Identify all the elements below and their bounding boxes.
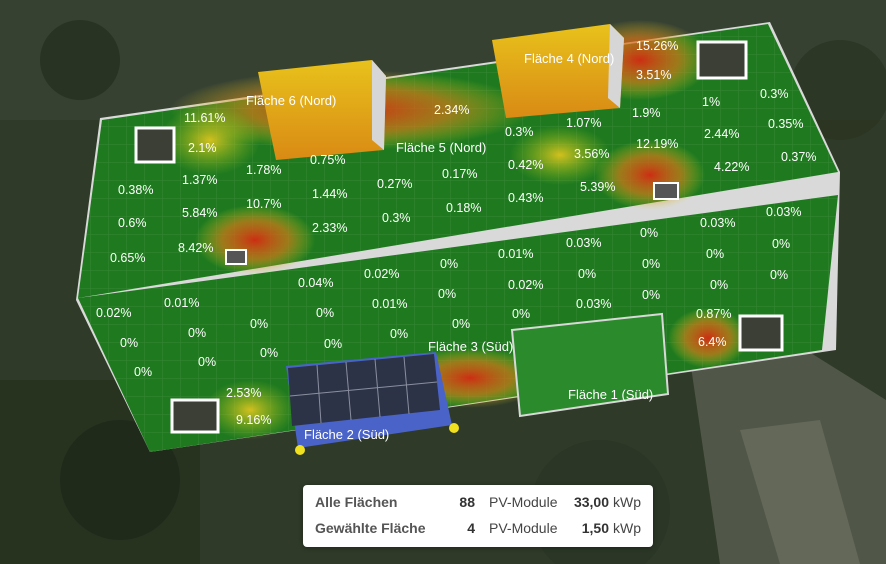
module-summary-panel: Alle Flächen 88 PV-Module 33,00 kWp Gewä… — [303, 485, 653, 547]
south-roof-pct-label: 0% — [250, 317, 268, 331]
north-roof-pct-label: 12.19% — [636, 137, 678, 151]
north-roof-pct-label: 0.03% — [700, 216, 735, 230]
south-roof-pct-label: 0% — [260, 346, 278, 360]
north-roof-pct-label: 0.35% — [768, 117, 803, 131]
south-roof-pct-label: 0% — [438, 287, 456, 301]
south-roof-pct-label: 0.01% — [372, 297, 407, 311]
south-roof-pct-label: 0% — [706, 247, 724, 261]
south-roof-pct-label: 0.03% — [566, 236, 601, 250]
south-roof-pct-label: 0% — [316, 306, 334, 320]
north-roof-pct-label: 1% — [702, 95, 720, 109]
north-roof-pct-label: 0.27% — [377, 177, 412, 191]
dormer-flaeche-4[interactable] — [492, 24, 624, 118]
south-roof-pct-label: 0% — [642, 288, 660, 302]
south-roof-pct-label: 0% — [642, 257, 660, 271]
south-roof-pct-label: 0% — [198, 355, 216, 369]
north-roof-pct-label: 2.44% — [704, 127, 739, 141]
north-roof-pct-label: 1.9% — [632, 106, 661, 120]
north-roof-pct-label: 0.75% — [310, 153, 345, 167]
label-flaeche-1: Fläche 1 (Süd) — [568, 387, 653, 402]
south-roof-pct-label: 0.02% — [508, 278, 543, 292]
north-roof-pct-label: 8.42% — [178, 241, 213, 255]
module-count: 88 — [459, 494, 475, 510]
north-roof-pct-label: 0.6% — [118, 216, 147, 230]
south-roof-pct-label: 0.03% — [576, 297, 611, 311]
north-roof-pct-label: 2.33% — [312, 221, 347, 235]
south-roof-pct-label: 0.02% — [96, 306, 131, 320]
south-roof-pct-label: 0% — [324, 337, 342, 351]
south-roof-pct-label: 0% — [452, 317, 470, 331]
south-roof-pct-label: 9.16% — [236, 413, 271, 427]
label-flaeche-5: Fläche 5 (Nord) — [396, 140, 486, 155]
north-roof-pct-label: 1.44% — [312, 187, 347, 201]
label-flaeche-3: Fläche 3 (Süd) — [428, 339, 513, 354]
roof-shading-map[interactable]: 15.26% 3.51% 11.61% 2.1% 2.34% 1% 0.3% 0.3% 1.07… — [0, 0, 886, 564]
north-roof-pct-label: 0.42% — [508, 158, 543, 172]
north-roof-pct-label: 3.51% — [636, 68, 671, 82]
module-unit: PV-Module — [489, 494, 558, 510]
south-roof-pct-label: 0% — [710, 278, 728, 292]
south-roof-pct-label: 0.01% — [164, 296, 199, 310]
north-roof-pct-label: 2.1% — [188, 141, 217, 155]
south-roof-pct-label: 0% — [188, 326, 206, 340]
north-roof-pct-label: 4.22% — [714, 160, 749, 174]
drag-handle-left — [295, 445, 305, 455]
module-unit: PV-Module — [489, 520, 558, 536]
south-roof-pct-label: 2.53% — [226, 386, 261, 400]
summary-row-selected: Gewählte Fläche 4 PV-Module 1,50 kWp — [315, 520, 641, 540]
north-roof-pct-label: 1.07% — [566, 116, 601, 130]
south-roof-pct-label: 0% — [578, 267, 596, 281]
north-roof-pct-label: 0.38% — [118, 183, 153, 197]
south-roof-pct-label: 0% — [390, 327, 408, 341]
module-count: 4 — [467, 520, 475, 536]
drag-handle-right — [449, 423, 459, 433]
south-roof-pct-label: 0.87% — [696, 307, 731, 321]
south-roof-pct-label: 0.02% — [364, 267, 399, 281]
south-roof-pct-label: 0.01% — [498, 247, 533, 261]
dormer-flaeche-6[interactable] — [258, 60, 386, 160]
label-flaeche-4: Fläche 4 (Nord) — [524, 51, 614, 66]
north-roof-pct-label: 5.39% — [580, 180, 615, 194]
summary-label: Alle Flächen — [315, 494, 398, 510]
south-roof-pct-label: 0.04% — [298, 276, 333, 290]
north-roof-pct-label: 0.3% — [382, 211, 411, 225]
south-roof-pct-label: 0% — [772, 237, 790, 251]
kwp-value: 33,00 — [573, 494, 609, 510]
south-roof-pct-label: 0% — [134, 365, 152, 379]
north-roof-pct-label: 0.17% — [442, 167, 477, 181]
south-roof-pct-label: 6.4% — [698, 335, 727, 349]
north-roof-pct-label: 10.7% — [246, 197, 281, 211]
summary-row-all: Alle Flächen 88 PV-Module 33,00 kWp — [315, 494, 641, 514]
north-roof-pct-label: 2.34% — [434, 103, 469, 117]
north-roof-pct-label: 11.61% — [184, 111, 225, 125]
north-roof-pct-label: 0.37% — [781, 150, 816, 164]
north-roof-pct-label: 15.26% — [636, 39, 678, 53]
label-flaeche-2: Fläche 2 (Süd) — [304, 427, 389, 442]
label-flaeche-6: Fläche 6 (Nord) — [246, 93, 336, 108]
north-roof-pct-label: 0.18% — [446, 201, 481, 215]
kwp-unit: kWp — [613, 520, 641, 536]
south-roof-pct-label: 0.03% — [766, 205, 801, 219]
kwp-unit: kWp — [613, 494, 641, 510]
north-roof-pct-label: 5.84% — [182, 206, 217, 220]
south-roof-pct-label: 0% — [440, 257, 458, 271]
south-roof-pct-label: 0% — [770, 268, 788, 282]
north-roof-pct-label: 3.56% — [574, 147, 609, 161]
north-roof-pct-label: 0.3% — [760, 87, 789, 101]
north-roof-pct-label: 1.37% — [182, 173, 217, 187]
kwp-value: 1,50 — [581, 520, 609, 536]
south-roof-pct-label: 0% — [640, 226, 658, 240]
north-roof-pct-label: 0.65% — [110, 251, 145, 265]
north-roof-pct-label: 0.3% — [505, 125, 534, 139]
summary-label: Gewählte Fläche — [315, 520, 426, 536]
north-roof-pct-label: 1.78% — [246, 163, 281, 177]
south-roof-pct-label: 0% — [512, 307, 530, 321]
south-roof-pct-label: 0% — [120, 336, 138, 350]
north-roof-pct-label: 0.43% — [508, 191, 543, 205]
